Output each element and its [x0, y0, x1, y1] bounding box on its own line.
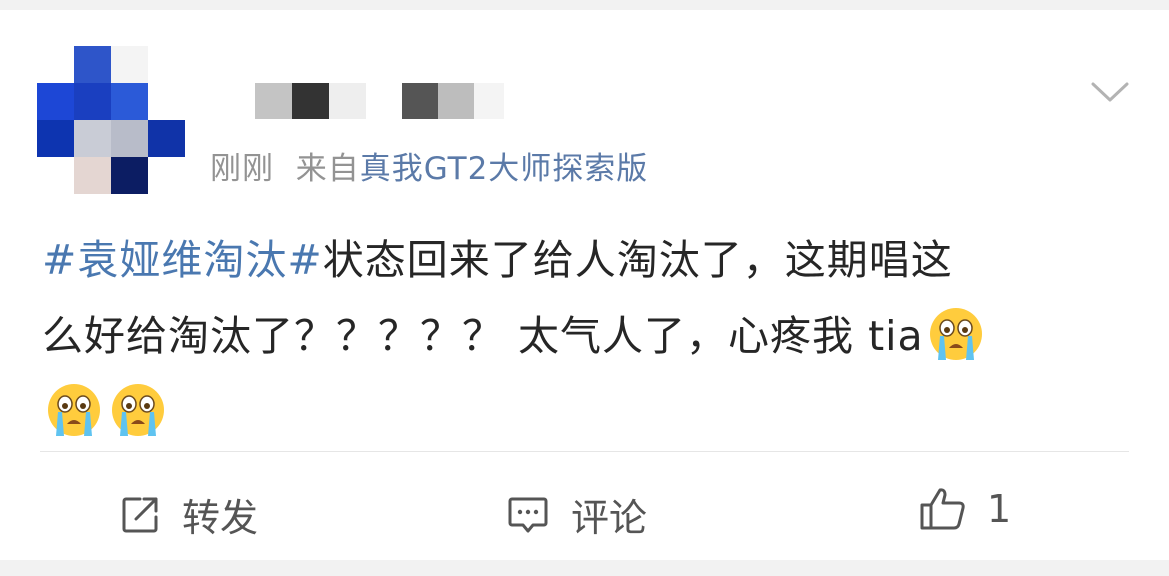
- post-card: 刚刚 来自真我GT2大师探索版 #袁娅维淘汰#状态回来了给人淘汰了，这期唱这 么…: [0, 10, 1169, 560]
- like-count: 1: [987, 487, 1012, 531]
- like-button[interactable]: 1: [919, 487, 1011, 531]
- source-prefix: 来自: [295, 151, 360, 187]
- post-content: #袁娅维淘汰#状态回来了给人淘汰了，这期唱这 么好给淘汰了？？？？？ 太气人了，…: [42, 222, 1132, 450]
- crying-emoji-icon: [48, 384, 100, 436]
- post-time: 刚刚: [210, 151, 274, 187]
- avatar[interactable]: [37, 46, 185, 194]
- source-device[interactable]: 真我GT2大师探索版: [360, 151, 649, 187]
- comment-label: 评论: [571, 496, 648, 540]
- divider: [40, 451, 1129, 452]
- forward-icon: [122, 497, 158, 532]
- post-meta: 刚刚 来自真我GT2大师探索版: [210, 143, 648, 188]
- forward-label: 转发: [182, 496, 259, 540]
- comment-icon: [508, 497, 548, 532]
- crying-emoji-icon: [112, 384, 164, 436]
- thumbs-up-icon: [920, 488, 965, 530]
- forward-button[interactable]: 转发: [120, 487, 258, 542]
- post-text-line1: 状态回来了给人淘汰了，这期唱这: [322, 236, 953, 284]
- post-text-line2: 么好给淘汰了？？？？？ 太气人了，心疼我 tia: [42, 312, 924, 360]
- comment-button[interactable]: 评论: [507, 487, 647, 542]
- topic-link[interactable]: #袁娅维淘汰#: [42, 236, 323, 284]
- chevron-down-icon[interactable]: [1090, 76, 1130, 106]
- crying-emoji-icon: [929, 308, 982, 360]
- username-blurred[interactable]: [255, 83, 504, 119]
